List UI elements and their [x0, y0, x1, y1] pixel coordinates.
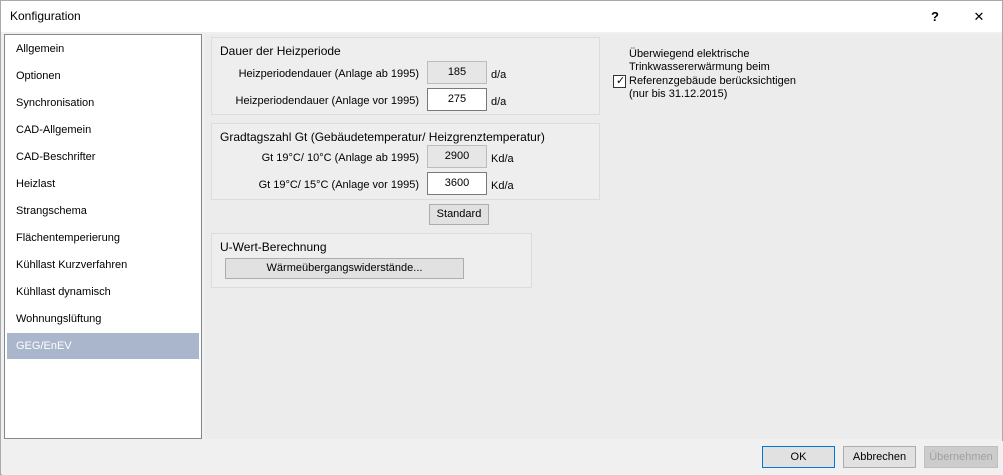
gradtagszahl-vor-1995-label: Gt 19°C/ 15°C (Anlage vor 1995): [258, 179, 419, 191]
standard-button[interactable]: Standard: [429, 204, 489, 225]
sidebar-item-kuehllast-kurzverfahren[interactable]: Kühllast Kurzverfahren: [7, 252, 199, 278]
option-label-line-2: Trinkwassererwärmung beim: [629, 61, 770, 73]
sidebar-item-wohnungslueftung[interactable]: Wohnungslüftung: [7, 306, 199, 332]
waermeuebergangswiderstaende-button[interactable]: Wärmeübergangswiderstände...: [225, 258, 464, 279]
gradtagszahl-vor-1995-field[interactable]: 3600: [427, 172, 487, 195]
heizperiode-group: Dauer der Heizperiode Heizperiodendauer …: [211, 37, 600, 115]
heizperiode-vor-1995-label: Heizperiodendauer (Anlage vor 1995): [235, 95, 419, 107]
settings-panel: Dauer der Heizperiode Heizperiodendauer …: [205, 34, 1002, 439]
gradtagszahl-title: Gradtagszahl Gt (Gebäudetemperatur/ Heiz…: [220, 130, 545, 144]
title-bar: Konfiguration ? ✕: [1, 1, 1002, 32]
dialog-footer: OK Abbrechen Übernehmen: [2, 441, 1003, 475]
sidebar-item-cad-beschrifter[interactable]: CAD-Beschrifter: [7, 144, 199, 170]
option-label-line-3: Referenzgebäude berücksichtigen: [629, 75, 796, 87]
heizperiode-ab-1995-field: 185: [427, 61, 487, 84]
close-icon[interactable]: ✕: [956, 1, 1002, 32]
sidebar-item-strangschema[interactable]: Strangschema: [7, 198, 199, 224]
sidebar-item-synchronisation[interactable]: Synchronisation: [7, 90, 199, 116]
heizperiode-ab-1995-label: Heizperiodendauer (Anlage ab 1995): [238, 68, 419, 80]
option-label-line-1: Überwiegend elektrische: [629, 48, 750, 60]
sidebar-item-cad-allgemein[interactable]: CAD-Allgemein: [7, 117, 199, 143]
uwert-group: U-Wert-Berechnung Wärmeübergangswiderstä…: [211, 233, 532, 288]
sidebar-item-flaechentemperierung[interactable]: Flächentemperierung: [7, 225, 199, 251]
sidebar-item-allgemein[interactable]: Allgemein: [7, 36, 199, 62]
heizperiode-vor-1995-unit: d/a: [491, 96, 507, 108]
sidebar-item-geg-enev[interactable]: GEG/EnEV: [7, 333, 199, 359]
sidebar-item-optionen[interactable]: Optionen: [7, 63, 199, 89]
gradtagszahl-group: Gradtagszahl Gt (Gebäudetemperatur/ Heiz…: [211, 123, 600, 200]
uwert-title: U-Wert-Berechnung: [220, 240, 327, 254]
gradtagszahl-ab-1995-unit: Kd/a: [491, 153, 514, 165]
cancel-button[interactable]: Abbrechen: [843, 446, 916, 468]
checkmark-icon: ✓: [616, 75, 626, 87]
option-label-line-4: (nur bis 31.12.2015): [629, 88, 728, 100]
sidebar-item-kuehllast-dynamisch[interactable]: Kühllast dynamisch: [7, 279, 199, 305]
heizperiode-title: Dauer der Heizperiode: [220, 44, 341, 58]
apply-button: Übernehmen: [924, 446, 998, 468]
configuration-window: Konfiguration ? ✕ Allgemein Optionen Syn…: [0, 0, 1003, 475]
help-button[interactable]: ?: [912, 1, 958, 32]
heizperiode-ab-1995-unit: d/a: [491, 69, 507, 81]
sidebar-item-heizlast[interactable]: Heizlast: [7, 171, 199, 197]
gradtagszahl-ab-1995-label: Gt 19°C/ 10°C (Anlage ab 1995): [261, 152, 419, 164]
ok-button[interactable]: OK: [762, 446, 835, 468]
referenzgebaeude-checkbox[interactable]: ✓: [613, 75, 626, 88]
window-title: Konfiguration: [10, 9, 81, 23]
gradtagszahl-ab-1995-field: 2900: [427, 145, 487, 168]
gradtagszahl-vor-1995-unit: Kd/a: [491, 180, 514, 192]
sidebar-navigation: Allgemein Optionen Synchronisation CAD-A…: [4, 34, 202, 439]
heizperiode-vor-1995-field[interactable]: 275: [427, 88, 487, 111]
